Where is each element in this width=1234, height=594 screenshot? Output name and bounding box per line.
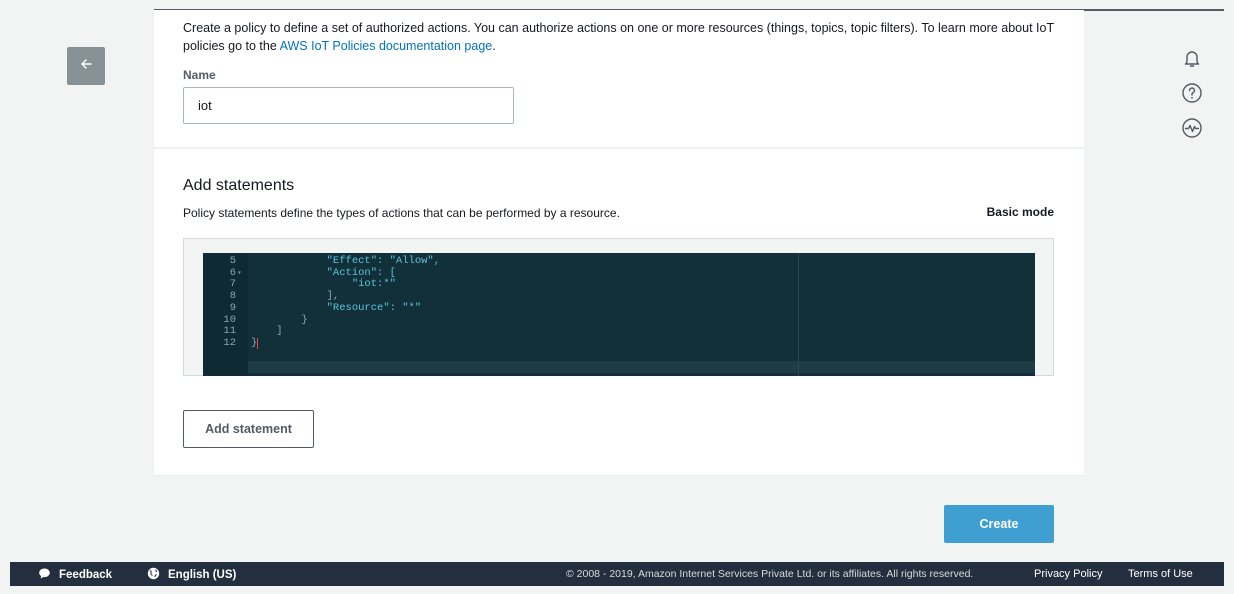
fold-marker-icon[interactable]: ▾ <box>237 268 242 280</box>
language-label: English (US) <box>168 569 237 581</box>
add-statement-button[interactable]: Add statement <box>183 410 314 448</box>
active-line-highlight <box>248 361 1035 373</box>
editor-line: 10 } <box>203 314 1035 327</box>
code-text: } <box>251 336 259 349</box>
line-number: 5 <box>229 255 236 267</box>
editor-container: 5 "Effect": "Allow", 6 ▾ "Action": [7 "iot… <box>183 238 1054 376</box>
policy-code-editor[interactable]: 5 "Effect": "Allow", 6 ▾ "Action": [7 "iot… <box>203 253 1035 376</box>
editor-line: 12} <box>203 336 1035 350</box>
speech-bubble-icon <box>38 567 51 583</box>
bell-icon[interactable] <box>1181 47 1203 69</box>
question-circle-icon[interactable] <box>1181 82 1203 104</box>
privacy-policy-link[interactable]: Privacy Policy <box>1034 568 1102 580</box>
footer-bar: Feedback English (US) © 2008 - 2019, Ama… <box>10 562 1224 586</box>
text-cursor <box>257 337 259 349</box>
globe-icon <box>147 567 160 583</box>
copyright-text: © 2008 - 2019, Amazon Internet Services … <box>566 568 974 580</box>
editor-line: 11 ] <box>203 325 1035 338</box>
basic-mode-link[interactable]: Basic mode <box>987 205 1054 219</box>
statements-title: Add statements <box>183 177 295 194</box>
terms-of-use-link[interactable]: Terms of Use <box>1128 568 1193 580</box>
language-selector[interactable]: English (US) <box>147 567 236 583</box>
right-rail <box>1084 10 1224 562</box>
statements-description: Policy statements define the types of ac… <box>183 206 620 220</box>
code-text: "Effect": "Allow", <box>251 255 441 267</box>
feedback-label: Feedback <box>59 569 113 581</box>
line-number: 12 <box>223 336 236 349</box>
actions-panel: Create <box>154 477 1084 562</box>
name-label: Name <box>183 68 216 82</box>
editor-line: 9 "Resource": "*" <box>203 301 1035 315</box>
policy-name-input[interactable] <box>183 87 514 124</box>
create-button[interactable]: Create <box>944 505 1054 543</box>
arrow-left-icon <box>79 57 93 76</box>
intro-text: Create a policy to define a set of autho… <box>183 21 1054 53</box>
policy-details-panel: Create a policy to define a set of autho… <box>154 10 1084 148</box>
feedback-button[interactable]: Feedback <box>38 567 112 583</box>
back-button[interactable] <box>67 47 105 85</box>
editor-line: 5 "Effect": "Allow", <box>203 255 1035 268</box>
pulse-icon[interactable] <box>1181 117 1203 139</box>
statements-panel: Add statements Policy statements define … <box>154 149 1084 476</box>
line-number: 9 <box>229 301 236 314</box>
docs-link[interactable]: AWS IoT Policies documentation page <box>280 39 493 53</box>
